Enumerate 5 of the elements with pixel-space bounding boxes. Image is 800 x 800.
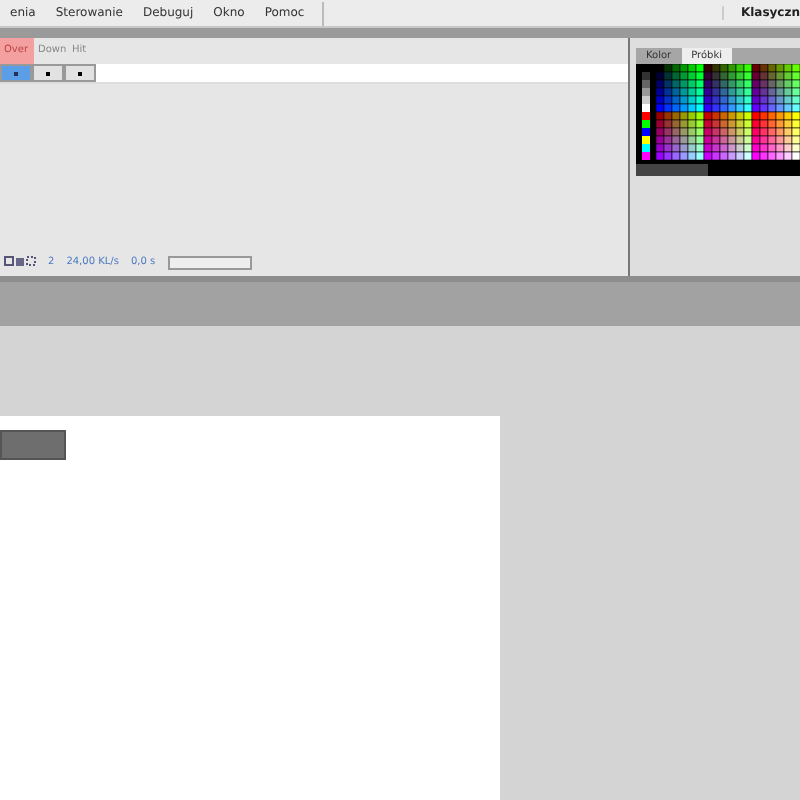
- onion-skin-icon[interactable]: [4, 256, 36, 268]
- keyframe-cell[interactable]: [0, 64, 32, 83]
- horizontal-scrollbar[interactable]: [167, 255, 252, 269]
- keyframe-cell[interactable]: [64, 64, 96, 83]
- keyframe-cell[interactable]: [32, 64, 64, 83]
